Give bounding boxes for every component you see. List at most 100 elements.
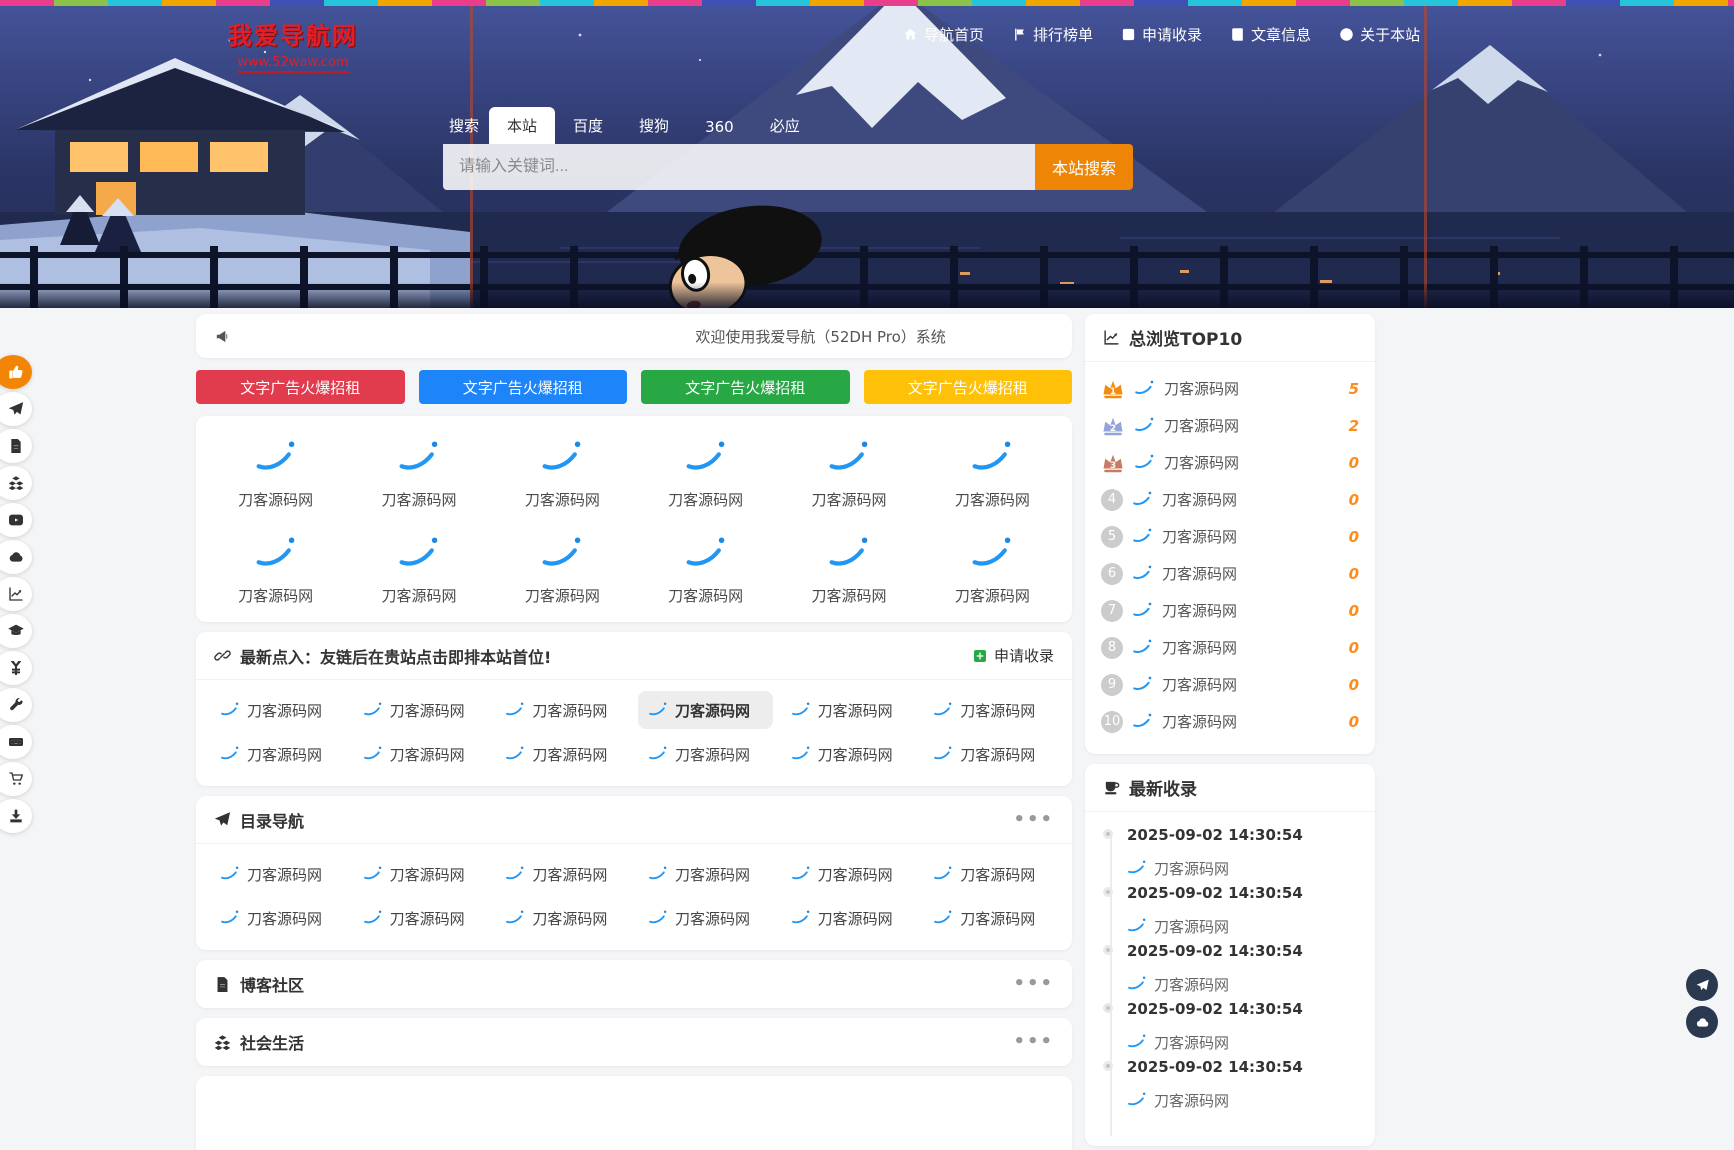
float-paper-plane-button[interactable] [1686,969,1718,1001]
directory-link-item[interactable]: 刀客源码网 [210,855,345,893]
directory-link-item[interactable]: 刀客源码网 [353,899,488,937]
ad-button-green[interactable]: 文字广告火爆招租 [641,370,850,404]
search-tab-sogou[interactable]: 搜狗 [621,107,687,144]
site-item[interactable]: 刀客源码网 [204,532,347,606]
friend-link-item[interactable]: 刀客源码网 [638,691,773,729]
top10-row[interactable]: 1 刀客源码网 5 [1101,370,1359,407]
collect-site-name: 刀客源码网 [1154,916,1229,937]
float-cloud-button[interactable] [1686,1006,1718,1038]
ad-button-red[interactable]: 文字广告火爆招租 [196,370,405,404]
nav-item-ranking[interactable]: 排行榜单 [1012,24,1093,45]
friend-link-item[interactable]: 刀客源码网 [638,735,773,773]
friend-link-item[interactable]: 刀客源码网 [495,735,630,773]
site-item[interactable]: 刀客源码网 [921,532,1064,606]
directory-link-item[interactable]: 刀客源码网 [923,855,1058,893]
site-item[interactable]: 刀客源码网 [347,436,490,510]
search-input[interactable] [443,144,1035,190]
search-tab-360[interactable]: 360 [687,110,752,144]
site-logo-icon [505,908,525,928]
tool-graduation[interactable] [0,614,32,648]
search-button[interactable]: 本站搜索 [1035,144,1133,190]
more-button[interactable]: ••• [1013,979,1054,989]
tool-video[interactable] [0,503,32,537]
directory-link-item[interactable]: 刀客源码网 [923,899,1058,937]
tool-cubes[interactable] [0,466,32,500]
friend-link-item[interactable]: 刀客源码网 [495,691,630,729]
site-item[interactable]: 刀客源码网 [921,436,1064,510]
collect-site-link[interactable]: 刀客源码网 [1127,912,1359,940]
tool-cloud[interactable] [0,540,32,574]
ad-button-yellow[interactable]: 文字广告火爆招租 [864,370,1073,404]
site-item[interactable]: 刀客源码网 [634,436,777,510]
search-tab-local[interactable]: 本站 [489,107,555,144]
top10-row[interactable]: 8 刀客源码网 0 [1101,629,1359,666]
site-item[interactable]: 刀客源码网 [204,436,347,510]
site-item[interactable]: 刀客源码网 [491,436,634,510]
top10-row[interactable]: 4 刀客源码网 0 [1101,481,1359,518]
tool-thumbs-up[interactable] [0,355,32,389]
latest-links: 刀客源码网 刀客源码网 刀客源码网 刀客源码网 [196,680,1072,786]
top10-row[interactable]: 6 刀客源码网 0 [1101,555,1359,592]
top10-row[interactable]: 5 刀客源码网 0 [1101,518,1359,555]
friend-link-item[interactable]: 刀客源码网 [210,735,345,773]
top10-row[interactable]: 10 刀客源码网 0 [1101,703,1359,740]
link-name: 刀客源码网 [390,700,465,721]
directory-link-item[interactable]: 刀客源码网 [495,855,630,893]
friend-link-item[interactable]: 刀客源码网 [923,691,1058,729]
directory-link-item[interactable]: 刀客源码网 [781,899,916,937]
search-tab-baidu[interactable]: 百度 [555,107,621,144]
collect-site-link[interactable]: 刀客源码网 [1127,970,1359,998]
ad-button-blue[interactable]: 文字广告火爆招租 [419,370,628,404]
tool-cart[interactable] [0,762,32,796]
submit-site-action[interactable]: 申请收录 [972,645,1054,666]
nav-item-about[interactable]: 关于本站 [1339,24,1420,45]
nav-label: 关于本站 [1360,24,1420,45]
friend-link-item[interactable]: 刀客源码网 [353,691,488,729]
friend-link-item[interactable]: 刀客源码网 [353,735,488,773]
directory-link-item[interactable]: 刀客源码网 [638,899,773,937]
nav-label: 导航首页 [924,24,984,45]
site-logo[interactable]: 我爱导航网 www.52waw.com [228,16,358,73]
directory-link-item[interactable]: 刀客源码网 [638,855,773,893]
nav-item-articles[interactable]: 文章信息 [1230,24,1311,45]
nav-item-home[interactable]: 导航首页 [903,24,984,45]
rank-number: 3 [1101,461,1125,471]
tool-yen[interactable] [0,651,32,685]
collect-entry: 2025-09-02 14:30:54 刀客源码网 [1101,826,1359,882]
collect-site-link[interactable]: 刀客源码网 [1127,854,1359,882]
search-tab-bing[interactable]: 必应 [752,107,818,144]
tool-chart[interactable] [0,577,32,611]
site-item[interactable]: 刀客源码网 [777,532,920,606]
directory-link-item[interactable]: 刀客源码网 [353,855,488,893]
views-count: 0 [1349,676,1359,694]
tool-paper-plane[interactable] [0,392,32,426]
friend-link-item[interactable]: 刀客源码网 [781,735,916,773]
site-item[interactable]: 刀客源码网 [777,436,920,510]
directory-link-item[interactable]: 刀客源码网 [210,899,345,937]
top10-row[interactable]: 2 刀客源码网 2 [1101,407,1359,444]
collect-site-link[interactable]: 刀客源码网 [1127,1028,1359,1056]
tool-wrench[interactable] [0,688,32,722]
tool-download[interactable] [0,799,32,833]
site-name: 刀客源码网 [238,489,313,510]
directory-link-item[interactable]: 刀客源码网 [495,899,630,937]
tool-file[interactable] [0,429,32,463]
site-logo-icon [505,864,525,884]
more-button[interactable]: ••• [1013,1037,1054,1047]
rank-badge: 9 [1101,674,1123,696]
directory-link-item[interactable]: 刀客源码网 [781,855,916,893]
top10-row[interactable]: 9 刀客源码网 0 [1101,666,1359,703]
top10-row[interactable]: 3 刀客源码网 0 [1101,444,1359,481]
friend-link-item[interactable]: 刀客源码网 [923,735,1058,773]
site-item[interactable]: 刀客源码网 [634,532,777,606]
collect-site-link[interactable]: 刀客源码网 [1127,1086,1359,1114]
friend-link-item[interactable]: 刀客源码网 [781,691,916,729]
tool-keyboard[interactable] [0,725,32,759]
top10-row[interactable]: 7 刀客源码网 0 [1101,592,1359,629]
site-item[interactable]: 刀客源码网 [491,532,634,606]
more-button[interactable]: ••• [1013,815,1054,825]
friend-link-item[interactable]: 刀客源码网 [210,691,345,729]
nav-item-submit[interactable]: 申请收录 [1121,24,1202,45]
site-item[interactable]: 刀客源码网 [347,532,490,606]
site-name: 刀客源码网 [668,585,743,606]
